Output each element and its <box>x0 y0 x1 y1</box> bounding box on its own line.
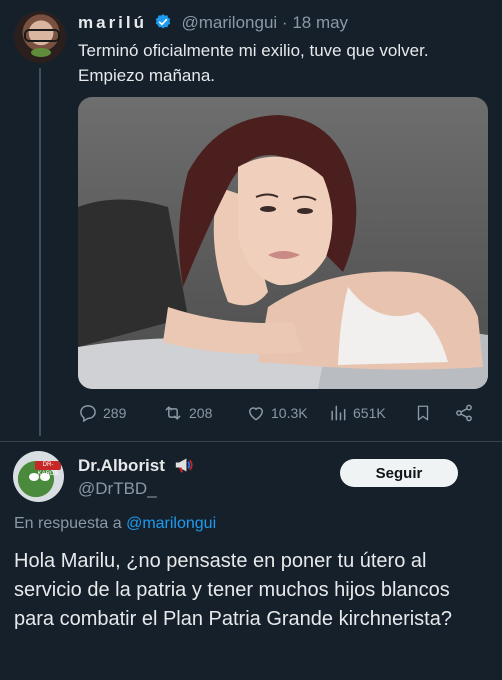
reply-count: 289 <box>103 405 127 421</box>
views-chart-icon <box>331 405 346 421</box>
tweet-actions: 289 208 10.3K 651K <box>78 402 488 426</box>
divider <box>0 441 502 442</box>
photo-illustration <box>78 115 488 389</box>
avatar-eye <box>40 473 50 481</box>
bookmark-icon <box>417 405 429 421</box>
reply-author-name-row: Dr.Alborist <box>78 456 194 479</box>
reply-author-handle[interactable]: @DrTBD_ <box>78 478 157 500</box>
tweet-photo[interactable] <box>78 97 488 389</box>
avatar-detail <box>31 48 51 57</box>
views-count: 651K <box>353 405 386 421</box>
megaphone-icon <box>174 456 194 479</box>
repost-action[interactable]: 208 <box>162 402 212 424</box>
reply-context: En respuesta a @marilongui <box>14 513 216 535</box>
tweet-text: Terminó oficialmente mi exilio, tuve que… <box>78 41 429 85</box>
reply-prefix: En respuesta a <box>14 515 122 532</box>
views-action[interactable]: 651K <box>328 402 386 424</box>
reply-icon <box>80 405 96 423</box>
tweet-date[interactable]: 18 may <box>292 13 348 32</box>
reply-author-name[interactable]: Dr.Alborist <box>78 456 165 475</box>
avatar-badge: DR-KARDS <box>35 461 61 477</box>
reply-text: Hola Marilu, ¿no pensaste en poner tu út… <box>14 550 452 630</box>
reply-to-link[interactable]: @marilongui <box>126 515 216 532</box>
dot-separator: · <box>281 13 293 32</box>
avatar-glasses <box>24 29 60 42</box>
like-count: 10.3K <box>271 405 308 421</box>
repost-count: 208 <box>189 405 213 421</box>
share-button[interactable] <box>454 402 474 424</box>
avatar-eye <box>29 473 39 481</box>
author-avatar[interactable] <box>14 11 66 63</box>
bookmark-button[interactable] <box>414 402 432 424</box>
reply-author-avatar[interactable]: DR-KARDS <box>13 451 64 502</box>
tweet-header: marilú @marilongui · 18 may <box>78 13 348 36</box>
heart-icon <box>249 407 263 421</box>
author-handle[interactable]: @marilongui <box>182 13 278 32</box>
reply-action[interactable]: 289 <box>78 402 126 424</box>
thread-connector-line <box>39 68 41 436</box>
like-action[interactable]: 10.3K <box>246 402 308 424</box>
verified-badge-icon <box>154 13 172 36</box>
follow-button[interactable]: Seguir <box>340 459 458 487</box>
repost-icon <box>165 406 181 420</box>
author-name[interactable]: marilú <box>78 13 147 32</box>
share-icon <box>456 404 472 422</box>
